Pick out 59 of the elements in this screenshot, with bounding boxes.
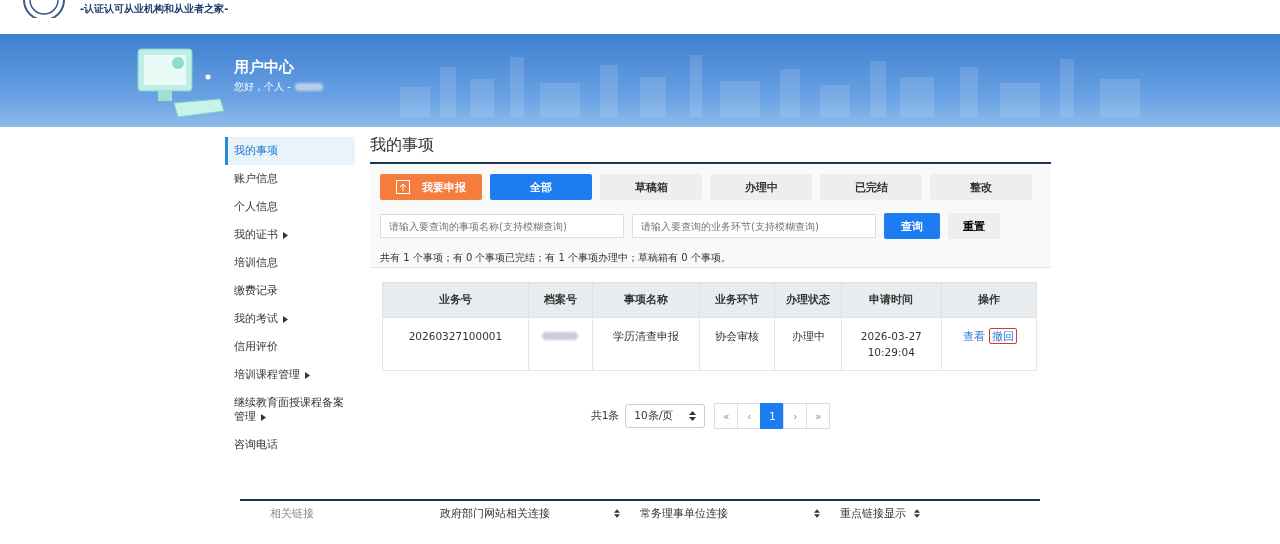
action-link[interactable]: 查看 [960,329,987,343]
filter-tab[interactable]: 已完结 [820,174,922,200]
page-button[interactable]: 1 [760,403,785,429]
triangle-icon [283,231,288,239]
blurred-archive-number [542,332,579,340]
column-header: 业务号 [382,282,529,318]
sidebar-item[interactable]: 账户信息 [225,165,355,193]
link-select[interactable]: 政府部门网站相关连接 [440,506,641,521]
footer-label: 相关链接 [269,506,315,521]
filter-tab[interactable]: 全部 [490,174,592,200]
link-select[interactable]: 重点链接显示 [840,506,1040,521]
query-button[interactable]: 查询 [884,213,940,239]
triangle-icon [261,413,266,421]
sidebar-item[interactable]: 缴费记录 [225,277,355,305]
sort-caret-icon [914,509,921,518]
column-header: 办理状态 [774,282,842,318]
filter-tab[interactable]: 整改 [930,174,1032,200]
page-button[interactable]: » [806,403,831,429]
total-count: 共1条 [590,409,620,423]
action-link[interactable]: 撤回 [988,328,1017,344]
filter-tab[interactable]: 办理中 [710,174,812,200]
sidebar-item[interactable]: 咨询电话 [225,431,355,459]
sidebar-item[interactable]: 继续教育面授课程备案管理 [225,389,355,431]
sidebar-item[interactable]: 个人信息 [225,193,355,221]
upload-icon [396,180,410,194]
column-header: 申请时间 [841,282,942,318]
column-header: 档案号 [528,282,593,318]
triangle-icon [283,315,288,323]
page-button[interactable]: « [714,403,739,429]
sidebar-item[interactable]: 我的证书 [225,221,355,249]
blurred-name [294,82,323,91]
table-cell: 2026-03-27 10:29:04 [841,317,942,371]
slogan-text: -认证认可从业机构和从业者之家- [80,2,229,16]
search-field[interactable]: 请输入要查询的事项名称(支持模糊查询) [380,214,624,238]
table-cell: 学历清查申报 [592,317,700,371]
banner-title: 用户中心 [234,57,295,77]
table-cell: 20260327100001 [382,317,529,371]
link-select[interactable]: 常务理事单位连接 [640,506,841,521]
sidebar-item[interactable]: 我的事项 [225,137,355,165]
triangle-icon [305,371,310,379]
table-cell: 办理中 [774,317,842,371]
filter-tab[interactable]: 草稿箱 [600,174,702,200]
sort-caret-icon [689,411,697,421]
page-button[interactable]: › [783,403,808,429]
sort-caret-icon [814,509,821,518]
summary-text: 共有 1 个事项；有 0 个事项已完结；有 1 个事项办理中；草稿箱有 0 个事项。 [380,251,732,265]
column-header: 事项名称 [592,282,700,318]
sidebar-item[interactable]: 培训信息 [225,249,355,277]
greeting-text: 您好，个人 - [234,79,291,94]
sort-caret-icon [614,509,621,518]
page-size-select[interactable]: 10条/页 [625,404,706,428]
sidebar-item[interactable]: 信用评价 [225,333,355,361]
reset-button[interactable]: 重置 [948,213,1000,239]
column-header: 业务环节 [699,282,775,318]
column-header: 操作 [941,282,1037,318]
search-field[interactable]: 请输入要查询的业务环节(支持模糊查询) [632,214,876,238]
sidebar-item[interactable]: 培训课程管理 [225,361,355,389]
table-cell: 协会审核 [699,317,775,371]
sidebar-item[interactable]: 我的考试 [225,305,355,333]
